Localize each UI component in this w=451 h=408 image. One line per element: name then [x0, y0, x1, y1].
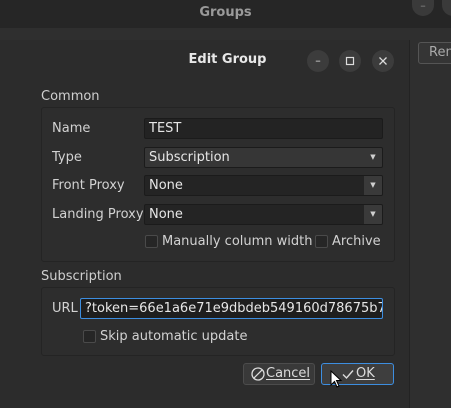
chevron-down-icon: ▼ [364, 205, 382, 224]
url-input[interactable]: ?token=66e1a6e71e9dbdeb549160d78675b74a [80, 298, 383, 319]
landing-proxy-value: None [149, 207, 183, 222]
dialog-titlebar: Edit Group – [0, 40, 410, 80]
cancel-button-label: Cancel [266, 366, 311, 381]
manually-column-width-label: Manually column width [162, 234, 313, 249]
landing-proxy-label: Landing Proxy [52, 207, 144, 222]
maximize-icon [345, 56, 355, 66]
cancel-icon [251, 367, 265, 381]
type-label: Type [52, 150, 82, 165]
groups-window-title: Groups [199, 5, 252, 20]
dialog-minimize-button[interactable]: – [307, 50, 329, 72]
subscription-group-title: Subscription [41, 269, 122, 284]
front-proxy-label: Front Proxy [52, 178, 125, 193]
groups-titlebar: Groups – [0, 0, 451, 28]
cancel-button[interactable]: Cancel [243, 363, 315, 385]
chevron-down-icon: ▼ [364, 176, 382, 195]
url-label: URL [52, 301, 78, 316]
close-icon [379, 57, 387, 65]
mouse-cursor-icon [330, 370, 343, 388]
skip-automatic-update-label: Skip automatic update [100, 329, 248, 344]
front-proxy-value: None [149, 178, 183, 193]
skip-automatic-update-checkbox[interactable] [83, 330, 96, 343]
name-input[interactable]: TEST [144, 118, 383, 139]
dialog-maximize-button[interactable] [339, 50, 361, 72]
type-select[interactable]: Subscription ▼ [144, 147, 383, 168]
manually-column-width-checkbox[interactable] [145, 235, 158, 248]
dialog-close-button[interactable] [372, 50, 394, 72]
common-group-title: Common [41, 89, 100, 104]
landing-proxy-select[interactable]: None ▼ [144, 204, 383, 225]
front-proxy-select[interactable]: None ▼ [144, 175, 383, 196]
archive-checkbox[interactable] [315, 235, 328, 248]
chevron-down-icon: ▼ [370, 153, 376, 161]
name-label: Name [52, 121, 91, 136]
type-select-value: Subscription [149, 150, 230, 165]
ok-button-label: OK [356, 366, 375, 381]
archive-label: Archive [332, 234, 381, 249]
